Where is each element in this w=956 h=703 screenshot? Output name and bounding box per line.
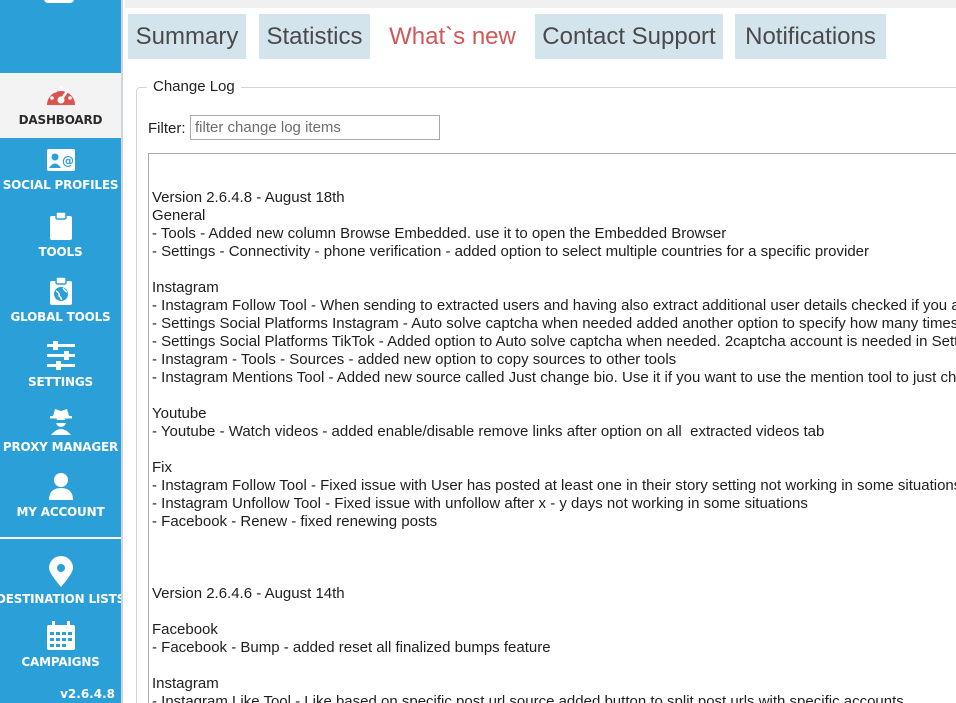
log-line: - Facebook - Renew - fixed renewing post… xyxy=(152,513,438,530)
log-line: - Instagram Like Tool - Like based on sp… xyxy=(152,693,904,703)
sidebar: DASHBOARD @ SOCIAL PROFILES TOOLS GLOBAL… xyxy=(0,0,125,703)
log-line: - Settings - Connectivity - phone verifi… xyxy=(152,243,870,260)
log-line: Youtube xyxy=(152,405,207,422)
sidebar-item-tools[interactable]: TOOLS xyxy=(0,203,121,268)
change-log-text[interactable]: Version 2.6.4.8 - August 18th General - To… xyxy=(148,153,956,703)
tab-summary[interactable]: Summary xyxy=(128,14,246,59)
log-line: Version 2.6.4.6 - August 14th xyxy=(152,585,345,602)
sidebar-item-destination-lists[interactable]: DESTINATION LISTS xyxy=(0,548,125,613)
location-pin-icon xyxy=(48,556,73,587)
svg-text:@: @ xyxy=(62,154,74,168)
dashboard-icon xyxy=(46,86,75,105)
tab-statistics[interactable]: Statistics xyxy=(259,14,370,59)
sidebar-item-label: CAMPAIGNS xyxy=(21,655,100,669)
log-line: - Instagram - Tools - Sources - added ne… xyxy=(152,351,677,368)
sidebar-item-social-profiles[interactable]: @ SOCIAL PROFILES xyxy=(0,138,121,203)
log-line: - Tools - Added new column Browse Embedd… xyxy=(152,225,727,242)
sidebar-item-label: DESTINATION LISTS xyxy=(0,592,126,606)
sidebar-header xyxy=(0,0,121,70)
log-line: Version 2.6.4.8 - August 18th xyxy=(152,189,345,206)
user-icon xyxy=(48,473,73,500)
change-log-lines: Version 2.6.4.8 - August 18th General - To… xyxy=(152,189,956,703)
log-line: - Settings Social Platforms Instagram - … xyxy=(152,315,956,332)
whats-new-panel: Change Log Filter: Version 2.6.4.8 - Aug… xyxy=(123,59,956,703)
log-line: Instagram xyxy=(152,279,219,296)
calendar-icon xyxy=(46,621,75,650)
sidebar-item-label: TOOLS xyxy=(38,245,83,259)
sidebar-item-global-tools[interactable]: GLOBAL TOOLS xyxy=(0,268,121,333)
log-line: - Instagram Mentions Tool - Added new so… xyxy=(152,369,956,386)
log-line: - Settings Social Platforms TikTok - Add… xyxy=(152,333,956,350)
tab-whats-new[interactable]: What`s new xyxy=(382,14,523,59)
tab-notifications[interactable]: Notifications xyxy=(735,14,886,59)
sidebar-item-campaigns[interactable]: CAMPAIGNS xyxy=(0,613,121,678)
sidebar-item-proxy-manager[interactable]: PROXY MANAGER xyxy=(0,398,121,463)
sidebar-item-label: SOCIAL PROFILES xyxy=(2,178,119,192)
sidebar-item-dashboard[interactable]: DASHBOARD xyxy=(0,73,121,138)
sidebar-item-label: PROXY MANAGER xyxy=(2,440,119,454)
log-line: - Facebook - Bump - added reset all fina… xyxy=(152,639,551,656)
log-line: - Youtube - Watch videos - added enable/… xyxy=(152,423,825,440)
main-area: Summary Statistics What`s new Contact Su… xyxy=(121,0,956,703)
sidebar-item-my-account[interactable]: MY ACCOUNT xyxy=(0,463,121,528)
log-line: Instagram xyxy=(152,675,219,692)
tab-strip: Summary Statistics What`s new Contact Su… xyxy=(123,0,956,62)
spy-icon xyxy=(49,409,72,435)
filter-label: Filter: xyxy=(148,120,186,137)
window-top-bar xyxy=(125,0,956,8)
log-line: Facebook xyxy=(152,621,218,638)
social-profiles-icon: @ xyxy=(46,149,75,171)
sliders-icon xyxy=(46,341,75,370)
log-line: - Instagram Unfollow Tool - Fixed issue … xyxy=(152,495,808,512)
sidebar-item-label: SETTINGS xyxy=(28,375,93,389)
sidebar-divider xyxy=(0,537,121,539)
sidebar-item-label: DASHBOARD xyxy=(18,113,103,127)
log-line: General xyxy=(152,207,206,224)
tab-contact-support[interactable]: Contact Support xyxy=(535,14,723,59)
sidebar-item-label: GLOBAL TOOLS xyxy=(10,310,111,324)
menu-handle-icon[interactable] xyxy=(44,0,74,3)
log-line: - Instagram Follow Tool - Fixed issue wi… xyxy=(152,477,956,494)
sidebar-item-label: MY ACCOUNT xyxy=(16,505,105,519)
app-version: v2.6.4.8 xyxy=(60,687,115,701)
globe-clipboard-icon xyxy=(49,276,72,305)
log-line: Fix xyxy=(152,459,172,476)
clipboard-icon xyxy=(49,211,72,240)
change-log-title: Change Log xyxy=(147,78,241,95)
sidebar-item-settings[interactable]: SETTINGS xyxy=(0,333,121,398)
log-line: - Instagram Follow Tool - When sending t… xyxy=(152,297,956,314)
filter-input[interactable] xyxy=(190,115,440,140)
